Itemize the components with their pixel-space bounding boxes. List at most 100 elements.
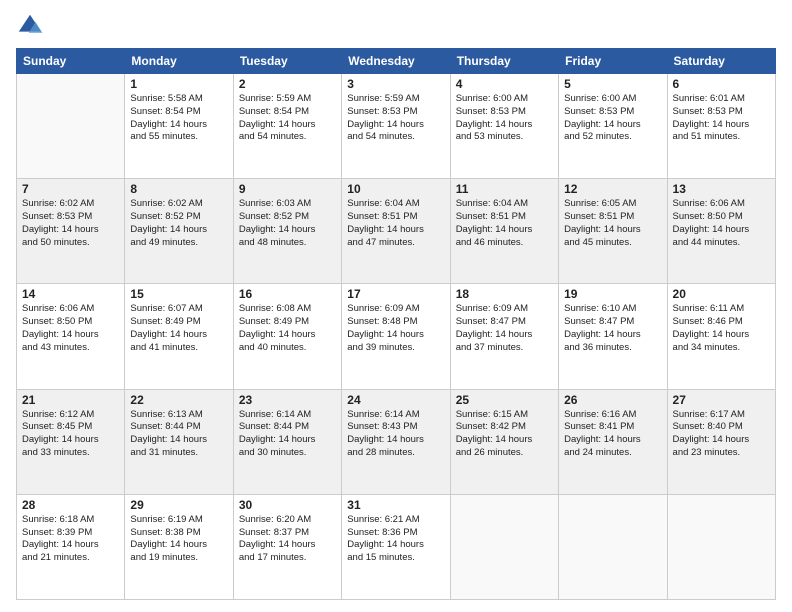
calendar-cell [667,494,775,599]
cell-info-line: Sunset: 8:50 PM [22,316,119,329]
day-number: 21 [22,393,119,407]
cell-info-line: and 53 minutes. [456,131,553,144]
cell-info-line: and 47 minutes. [347,237,444,250]
header-row: SundayMondayTuesdayWednesdayThursdayFrid… [17,49,776,74]
cell-info-line: Sunrise: 6:14 AM [347,409,444,422]
cell-info-line: Sunset: 8:52 PM [130,211,227,224]
cell-info-line: Sunrise: 6:15 AM [456,409,553,422]
calendar-cell: 23Sunrise: 6:14 AMSunset: 8:44 PMDayligh… [233,389,341,494]
cell-info-line: Sunset: 8:44 PM [239,421,336,434]
cell-info-line: Sunset: 8:47 PM [564,316,661,329]
calendar-cell: 18Sunrise: 6:09 AMSunset: 8:47 PMDayligh… [450,284,558,389]
day-number: 4 [456,77,553,91]
cell-info-line: Sunrise: 6:00 AM [456,93,553,106]
logo [16,12,48,40]
cell-info-line: and 36 minutes. [564,342,661,355]
day-number: 23 [239,393,336,407]
cell-info-line: Sunset: 8:52 PM [239,211,336,224]
cell-info-line: Sunset: 8:39 PM [22,527,119,540]
cell-info-line: and 30 minutes. [239,447,336,460]
day-number: 31 [347,498,444,512]
header-wednesday: Wednesday [342,49,450,74]
cell-info-line: Daylight: 14 hours [239,329,336,342]
cell-info-line: and 40 minutes. [239,342,336,355]
cell-info-line: Daylight: 14 hours [456,119,553,132]
cell-info-line: Sunset: 8:51 PM [564,211,661,224]
cell-info-line: Sunset: 8:40 PM [673,421,770,434]
cell-info-line: Sunset: 8:46 PM [673,316,770,329]
cell-info-line: Sunrise: 6:05 AM [564,198,661,211]
cell-info-line: Daylight: 14 hours [673,329,770,342]
header-friday: Friday [559,49,667,74]
day-number: 1 [130,77,227,91]
cell-info-line: Sunrise: 6:09 AM [456,303,553,316]
calendar-cell: 22Sunrise: 6:13 AMSunset: 8:44 PMDayligh… [125,389,233,494]
day-number: 30 [239,498,336,512]
cell-info-line: Sunrise: 6:19 AM [130,514,227,527]
cell-info-line: Sunset: 8:43 PM [347,421,444,434]
calendar-cell: 5Sunrise: 6:00 AMSunset: 8:53 PMDaylight… [559,74,667,179]
header-thursday: Thursday [450,49,558,74]
cell-info-line: Sunrise: 6:02 AM [130,198,227,211]
cell-info-line: and 39 minutes. [347,342,444,355]
cell-info-line: and 33 minutes. [22,447,119,460]
cell-info-line: Sunrise: 6:17 AM [673,409,770,422]
cell-info-line: and 46 minutes. [456,237,553,250]
cell-info-line: Daylight: 14 hours [564,434,661,447]
day-number: 29 [130,498,227,512]
cell-info-line: Daylight: 14 hours [130,329,227,342]
cell-info-line: Sunrise: 6:03 AM [239,198,336,211]
cell-info-line: Sunrise: 6:11 AM [673,303,770,316]
cell-info-line: and 44 minutes. [673,237,770,250]
cell-info-line: Daylight: 14 hours [564,119,661,132]
cell-info-line: and 23 minutes. [673,447,770,460]
cell-info-line: Sunrise: 6:10 AM [564,303,661,316]
calendar-cell: 30Sunrise: 6:20 AMSunset: 8:37 PMDayligh… [233,494,341,599]
cell-info-line: Daylight: 14 hours [239,539,336,552]
cell-info-line: and 49 minutes. [130,237,227,250]
cell-info-line: Sunrise: 6:04 AM [347,198,444,211]
cell-info-line: and 34 minutes. [673,342,770,355]
day-number: 9 [239,182,336,196]
day-number: 13 [673,182,770,196]
calendar-table: SundayMondayTuesdayWednesdayThursdayFrid… [16,48,776,600]
calendar-body: 1Sunrise: 5:58 AMSunset: 8:54 PMDaylight… [17,74,776,600]
day-number: 8 [130,182,227,196]
calendar-cell: 31Sunrise: 6:21 AMSunset: 8:36 PMDayligh… [342,494,450,599]
calendar-cell: 20Sunrise: 6:11 AMSunset: 8:46 PMDayligh… [667,284,775,389]
cell-info-line: and 28 minutes. [347,447,444,460]
calendar-cell: 9Sunrise: 6:03 AMSunset: 8:52 PMDaylight… [233,179,341,284]
calendar-cell: 29Sunrise: 6:19 AMSunset: 8:38 PMDayligh… [125,494,233,599]
cell-info-line: Sunrise: 6:13 AM [130,409,227,422]
day-number: 25 [456,393,553,407]
cell-info-line: Daylight: 14 hours [22,434,119,447]
cell-info-line: and 31 minutes. [130,447,227,460]
calendar-cell: 1Sunrise: 5:58 AMSunset: 8:54 PMDaylight… [125,74,233,179]
cell-info-line: Daylight: 14 hours [564,224,661,237]
week-row-0: 1Sunrise: 5:58 AMSunset: 8:54 PMDaylight… [17,74,776,179]
calendar-cell: 8Sunrise: 6:02 AMSunset: 8:52 PMDaylight… [125,179,233,284]
cell-info-line: Sunrise: 6:04 AM [456,198,553,211]
calendar-cell: 27Sunrise: 6:17 AMSunset: 8:40 PMDayligh… [667,389,775,494]
calendar-cell: 11Sunrise: 6:04 AMSunset: 8:51 PMDayligh… [450,179,558,284]
cell-info-line: Sunrise: 6:09 AM [347,303,444,316]
header [16,12,776,40]
day-number: 3 [347,77,444,91]
cell-info-line: Daylight: 14 hours [347,119,444,132]
page: SundayMondayTuesdayWednesdayThursdayFrid… [0,0,792,612]
cell-info-line: Sunset: 8:49 PM [239,316,336,329]
cell-info-line: Daylight: 14 hours [130,539,227,552]
cell-info-line: Daylight: 14 hours [22,224,119,237]
cell-info-line: Sunset: 8:47 PM [456,316,553,329]
day-number: 2 [239,77,336,91]
header-tuesday: Tuesday [233,49,341,74]
cell-info-line: Sunset: 8:54 PM [239,106,336,119]
cell-info-line: Sunrise: 6:16 AM [564,409,661,422]
calendar-cell: 25Sunrise: 6:15 AMSunset: 8:42 PMDayligh… [450,389,558,494]
cell-info-line: Sunrise: 6:06 AM [22,303,119,316]
cell-info-line: and 24 minutes. [564,447,661,460]
cell-info-line: Daylight: 14 hours [347,224,444,237]
day-number: 17 [347,287,444,301]
cell-info-line: Sunset: 8:53 PM [673,106,770,119]
cell-info-line: Daylight: 14 hours [130,434,227,447]
